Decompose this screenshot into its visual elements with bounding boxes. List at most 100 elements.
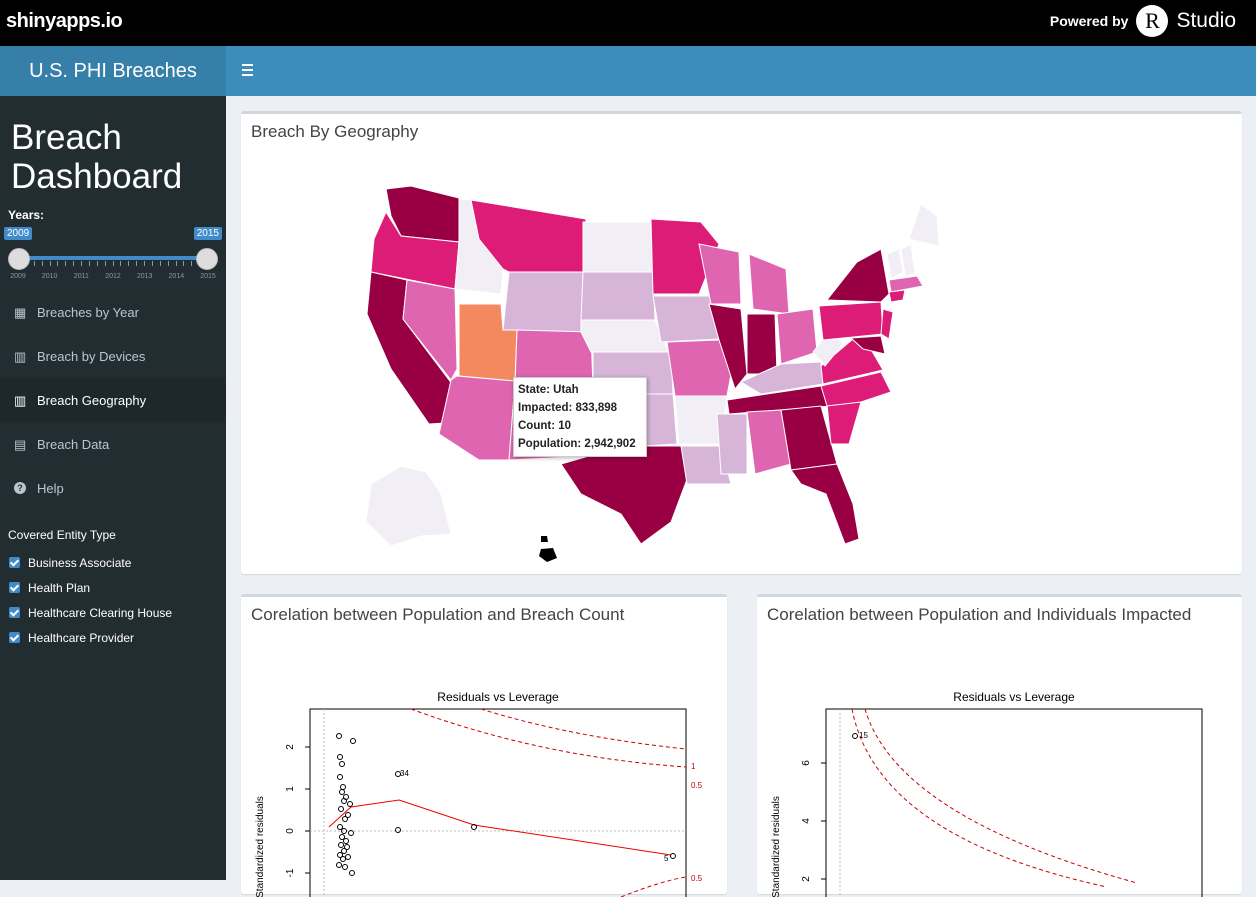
y-tick-label: 2 — [801, 876, 812, 882]
state-michigan — [748, 253, 790, 315]
slider-tick — [128, 261, 130, 266]
sidebar-item-label: Breaches by Year — [37, 304, 139, 320]
slider-tick — [96, 261, 98, 266]
map-box: Breach By Geography State: Utah Impacted… — [241, 111, 1242, 574]
sidebar-item-help[interactable]: ? Help — [0, 466, 226, 510]
slider-year-label: 2015 — [200, 273, 216, 280]
table-icon: ▤ — [14, 436, 27, 452]
dashboard-title: Breach Dashboard — [11, 118, 183, 196]
us-choropleth-map[interactable] — [241, 144, 1242, 574]
slider-tick — [88, 261, 90, 266]
plot2-y-ticks: 6 4 2 — [801, 760, 826, 882]
slider-tick — [41, 261, 43, 266]
sidebar-item-label: Breach Data — [37, 436, 110, 452]
slider-tick — [57, 261, 59, 266]
slider-tick — [183, 261, 185, 266]
powered-by-text: Powered by — [1049, 13, 1129, 29]
sidebar-item-label: Breach by Devices — [37, 348, 146, 364]
slider-tick — [65, 261, 67, 266]
plot2-ylabel: Standardized residuals — [771, 796, 782, 897]
residuals-vs-leverage-plot-1[interactable]: Residuals vs Leverage 1 0.5 0.5 34 5 2 1 0… — [241, 597, 727, 897]
plot2-chart-title: Residuals vs Leverage — [953, 690, 1075, 704]
slider-tick — [151, 261, 153, 266]
slider-tick — [191, 261, 193, 266]
entity-type-checkbox-group: Business Associate Health Plan Healthcare … — [0, 550, 226, 650]
slider-handle-from[interactable] — [8, 248, 30, 270]
state-wyoming — [502, 271, 584, 333]
entity-type-label: Business Associate — [28, 555, 132, 570]
state-iowa — [652, 295, 720, 343]
slider-tick — [167, 261, 169, 266]
tooltip-state: State: Utah — [518, 384, 579, 396]
slider-tick — [136, 261, 138, 266]
tooltip-count: Count: 10 — [518, 420, 572, 432]
checkbox[interactable] — [9, 582, 20, 593]
state-connecticut — [888, 289, 906, 303]
entity-type-checkbox-row[interactable]: Health Plan — [0, 575, 226, 600]
powered-by-rstudio[interactable]: Powered by R Studio — [1050, 5, 1236, 37]
checkbox[interactable] — [9, 607, 20, 618]
years-label: Years: — [8, 208, 45, 222]
sidebar-item-breaches-by-year[interactable]: ▦ Breaches by Year — [0, 290, 226, 334]
svg-text:0.5: 0.5 — [691, 781, 703, 790]
plot1-point — [345, 854, 351, 860]
slider-year-label: 2011 — [73, 273, 89, 280]
slider-tick — [120, 261, 122, 266]
slider-year-label: 2013 — [136, 273, 153, 280]
slider-handle-to[interactable] — [196, 248, 218, 270]
checkbox[interactable] — [9, 632, 20, 643]
calendar-icon: ▦ — [14, 304, 27, 320]
plot1-point — [341, 798, 347, 804]
population-breach-count-box: Corelation between Population and Breach… — [241, 594, 727, 897]
slider-to-value: 2015 — [193, 227, 222, 240]
residuals-vs-leverage-plot-2[interactable]: Residuals vs Leverage 15 6 4 2 Standardize… — [757, 597, 1242, 897]
sidebar-toggle-icon[interactable] — [242, 64, 253, 76]
sidebar-item-breach-data[interactable]: ▤ Breach Data — [0, 422, 226, 466]
entity-type-checkbox-row[interactable]: Business Associate — [0, 550, 226, 575]
svg-text:0.5: 0.5 — [691, 874, 703, 883]
plot2-point — [852, 733, 858, 739]
slider-tick — [104, 261, 106, 266]
plot1-point — [343, 838, 349, 844]
slider-year-label: 2009 — [10, 273, 26, 280]
slider-year-label: 2014 — [168, 273, 185, 280]
shinyapps-brand[interactable]: shinyapps.io — [6, 10, 123, 33]
tooltip-impacted: Impacted: 833,898 — [518, 402, 618, 414]
sidebar-item-breach-geography[interactable]: ▥ Breach Geography — [0, 378, 226, 422]
sidebar-menu: ▦ Breaches by Year ▥ Breach by Devices ▥ Brea… — [0, 290, 226, 510]
state-alaska — [365, 465, 452, 547]
y-tick-label: -1 — [285, 868, 296, 877]
entity-type-checkbox-row[interactable]: Healthcare Provider — [0, 625, 226, 650]
years-range-slider[interactable]: 2009 2015 2009 2010 2011 2012 2013 2014 2015 — [4, 222, 222, 290]
state-new-jersey — [880, 308, 894, 340]
map-icon: ▥ — [14, 392, 27, 408]
plot1-point — [340, 784, 346, 790]
checkbox[interactable] — [9, 557, 20, 568]
slider-track[interactable] — [18, 256, 208, 260]
sidebar-item-breach-by-devices[interactable]: ▥ Breach by Devices — [0, 334, 226, 378]
slider-year-label: 2012 — [105, 273, 121, 280]
slider-ticks — [18, 261, 208, 267]
plot1-point — [395, 827, 401, 833]
state-south-dakota — [580, 271, 656, 321]
map-icon: ▥ — [14, 348, 27, 364]
plot1-point — [342, 864, 348, 870]
svg-text:1: 1 — [691, 762, 696, 771]
cooks-contour-05 — [480, 708, 687, 750]
sidebar: U.S. PHI Breaches Breach Dashboard Years… — [0, 46, 226, 880]
cooks-contour-neg — [620, 876, 687, 897]
slider-tick — [81, 261, 82, 266]
y-tick-label: 6 — [801, 760, 812, 766]
plot1-point — [336, 862, 342, 868]
plot2-contour-a — [851, 708, 1108, 888]
entity-type-checkbox-row[interactable]: Healthcare Clearing House — [0, 600, 226, 625]
slider-tick — [73, 261, 75, 266]
y-tick-label: 0 — [285, 828, 296, 834]
state-wisconsin — [698, 243, 742, 305]
plot1-point — [336, 733, 342, 739]
plot1-point — [342, 816, 348, 822]
state-hawaii-big-island — [539, 548, 557, 562]
app-title[interactable]: U.S. PHI Breaches — [0, 46, 226, 96]
plot1-point — [337, 774, 343, 780]
state-nebraska — [580, 319, 670, 353]
